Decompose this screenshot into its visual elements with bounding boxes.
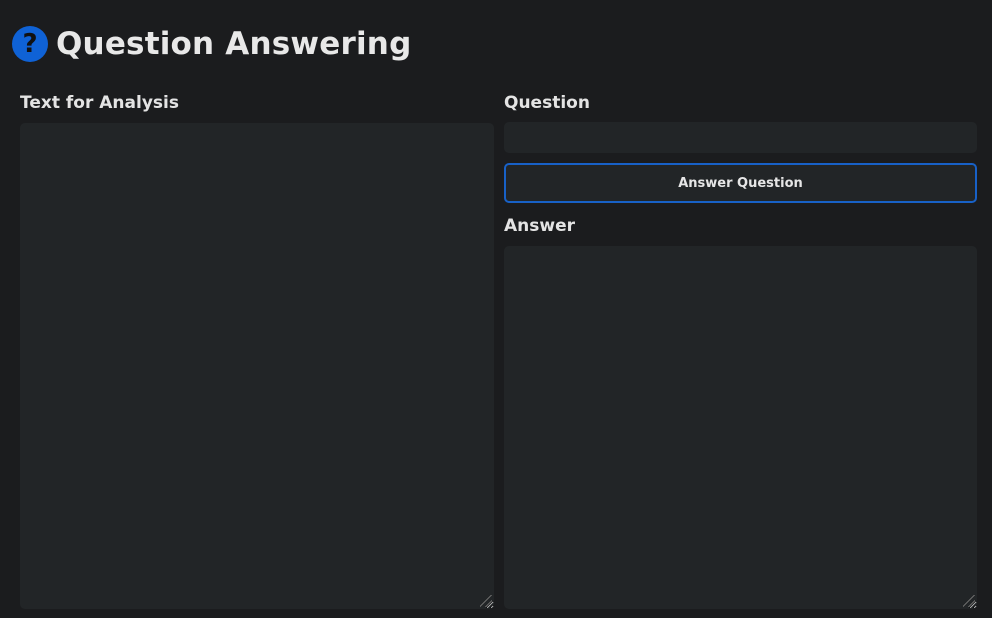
question-label: Question	[504, 93, 590, 113]
answer-question-button[interactable]: Answer Question	[504, 163, 977, 203]
analysis-text-label: Text for Analysis	[20, 93, 179, 113]
page-header: ? Question Answering	[12, 26, 411, 62]
question-input[interactable]	[504, 122, 977, 153]
answer-label: Answer	[504, 216, 575, 236]
page-title: Question Answering	[56, 26, 412, 62]
help-icon: ?	[12, 26, 48, 62]
analysis-text-input[interactable]	[20, 123, 494, 609]
answer-output[interactable]	[504, 246, 977, 609]
